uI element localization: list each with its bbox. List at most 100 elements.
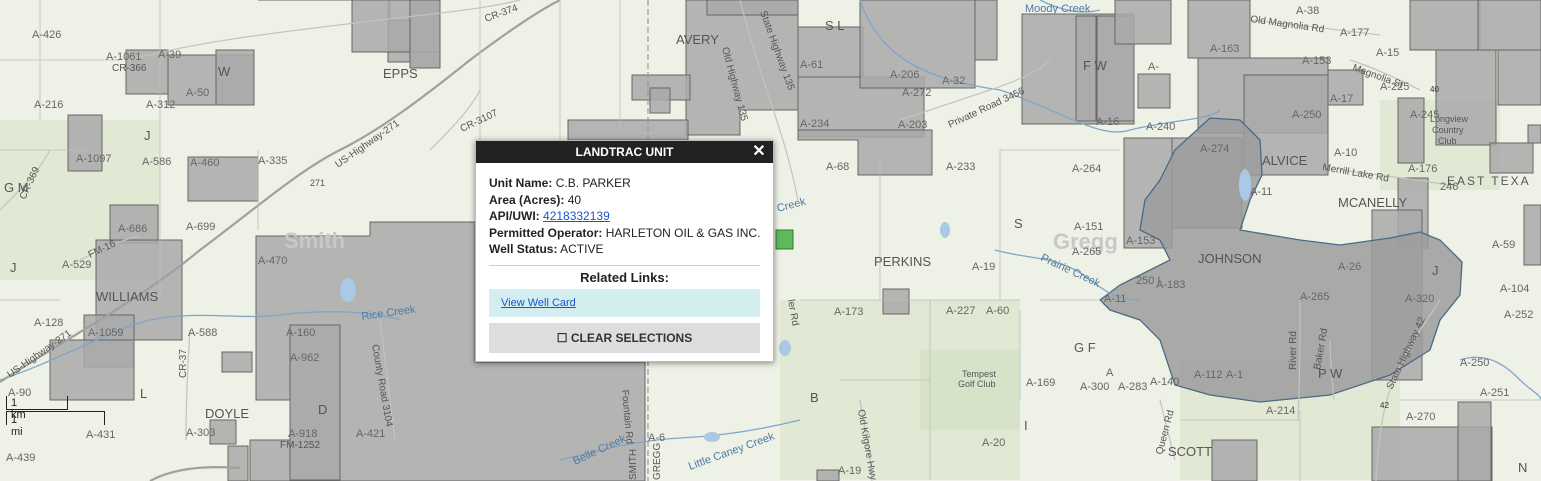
field-well-status: Well Status: ACTIVE xyxy=(489,241,760,258)
svg-text:A-38: A-38 xyxy=(1296,5,1319,17)
svg-text:A-251: A-251 xyxy=(1480,387,1509,399)
svg-text:A-335: A-335 xyxy=(258,155,287,167)
svg-text:FM-1252: FM-1252 xyxy=(280,440,320,451)
svg-text:A-586: A-586 xyxy=(142,156,171,168)
svg-text:A-59: A-59 xyxy=(1492,239,1515,251)
svg-text:F W: F W xyxy=(1083,58,1108,73)
svg-text:A-962: A-962 xyxy=(290,352,319,364)
svg-text:Tempest: Tempest xyxy=(962,369,997,379)
svg-text:A-686: A-686 xyxy=(118,223,147,235)
svg-text:River Rd: River Rd xyxy=(1288,331,1299,370)
svg-text:A-20: A-20 xyxy=(982,437,1005,449)
selected-well-marker[interactable] xyxy=(775,229,794,250)
svg-text:GREGG: GREGG xyxy=(652,443,663,480)
view-well-card-link[interactable]: View Well Card xyxy=(501,297,576,309)
api-uwi-link[interactable]: 4218332139 xyxy=(543,209,610,223)
svg-text:A-439: A-439 xyxy=(6,452,35,464)
field-api-uwi: API/UWI: 4218332139 xyxy=(489,208,760,225)
close-icon[interactable]: ✕ xyxy=(751,141,767,163)
svg-text:PERKINS: PERKINS xyxy=(874,254,931,269)
svg-text:A-15: A-15 xyxy=(1376,47,1399,59)
svg-text:DOYLE: DOYLE xyxy=(205,406,249,421)
svg-text:SMITH: SMITH xyxy=(628,449,639,480)
svg-text:A-250: A-250 xyxy=(1292,109,1321,121)
svg-text:S: S xyxy=(1014,216,1023,231)
field-label: API/UWI: xyxy=(489,209,540,223)
svg-text:A-264: A-264 xyxy=(1072,163,1101,175)
related-links-title: Related Links: xyxy=(580,269,669,285)
svg-text:SCOTT: SCOTT xyxy=(1168,444,1212,459)
field-value: C.B. PARKER xyxy=(555,176,631,190)
svg-text:A-169: A-169 xyxy=(1026,377,1055,389)
field-label: Permitted Operator: xyxy=(489,225,603,240)
svg-text:A-588: A-588 xyxy=(188,327,217,339)
svg-text:A-252: A-252 xyxy=(1504,309,1533,321)
svg-text:A-128: A-128 xyxy=(34,317,63,329)
field-value: ACTIVE xyxy=(560,242,604,256)
svg-text:A: A xyxy=(1106,367,1114,379)
svg-text:Golf Club: Golf Club xyxy=(958,379,996,389)
svg-text:A-10: A-10 xyxy=(1334,147,1357,159)
svg-text:A-112: A-112 xyxy=(1194,369,1223,381)
svg-text:A-163: A-163 xyxy=(1210,43,1239,55)
svg-text:A-234: A-234 xyxy=(800,118,829,130)
svg-text:271: 271 xyxy=(310,178,325,188)
svg-text:J: J xyxy=(10,260,17,275)
svg-text:A-470: A-470 xyxy=(258,255,287,267)
svg-text:A-240: A-240 xyxy=(1146,121,1175,133)
svg-text:246: 246 xyxy=(1440,181,1458,193)
svg-text:A-104: A-104 xyxy=(1500,283,1529,295)
field-area-acres: Area (Acres): 40 xyxy=(489,192,760,209)
svg-text:L: L xyxy=(140,386,147,401)
svg-text:W: W xyxy=(218,64,231,79)
svg-text:A-1: A-1 xyxy=(1226,369,1243,381)
svg-text:S L: S L xyxy=(825,18,845,33)
svg-text:A-203: A-203 xyxy=(898,119,927,131)
svg-text:ALVICE: ALVICE xyxy=(1262,153,1308,168)
clear-selections-button[interactable]: ☐ CLEAR SELECTIONS xyxy=(489,322,760,353)
svg-text:A-1059: A-1059 xyxy=(88,327,123,339)
svg-text:A-320: A-320 xyxy=(1405,293,1434,305)
field-permitted-operator: Permitted Operator: HARLETON OIL & GAS I… xyxy=(489,225,760,242)
svg-text:A-460: A-460 xyxy=(190,157,219,169)
svg-text:A-227: A-227 xyxy=(946,305,975,317)
svg-text:A-17: A-17 xyxy=(1330,93,1353,105)
svg-text:A-26: A-26 xyxy=(1338,261,1361,273)
svg-text:A-283: A-283 xyxy=(1118,381,1147,393)
svg-text:G F: G F xyxy=(1074,340,1096,355)
svg-text:N: N xyxy=(1518,460,1527,475)
svg-text:A-19: A-19 xyxy=(972,261,995,273)
svg-text:P W: P W xyxy=(1318,366,1343,381)
svg-text:J: J xyxy=(1432,263,1439,278)
svg-text:EPPS: EPPS xyxy=(383,66,418,81)
svg-text:A-233: A-233 xyxy=(946,161,975,173)
svg-text:A-6: A-6 xyxy=(648,432,665,444)
field-label: Unit Name: xyxy=(489,176,553,190)
svg-text:I: I xyxy=(1024,418,1028,433)
scale-label-mi: 1 mi xyxy=(11,414,23,438)
svg-text:A-265: A-265 xyxy=(1072,246,1101,258)
svg-text:A-176: A-176 xyxy=(1408,163,1437,175)
svg-text:A-39: A-39 xyxy=(158,49,181,61)
svg-text:A-173: A-173 xyxy=(834,306,863,318)
svg-text:A-1061: A-1061 xyxy=(106,51,141,63)
svg-text:A-19: A-19 xyxy=(838,465,861,477)
svg-text:A-265: A-265 xyxy=(1300,291,1329,303)
svg-text:EAST TEXA: EAST TEXA xyxy=(1447,174,1531,188)
svg-text:Country: Country xyxy=(1432,125,1464,135)
field-value: HARLETON OIL & GAS INC. xyxy=(605,225,761,240)
svg-text:A-153: A-153 xyxy=(1126,235,1155,247)
svg-text:A-250: A-250 xyxy=(1460,357,1489,369)
svg-text:A-61: A-61 xyxy=(800,59,823,71)
svg-text:A-245: A-245 xyxy=(1410,109,1439,121)
svg-text:A-32: A-32 xyxy=(942,75,965,87)
svg-text:G M: G M xyxy=(4,180,29,195)
svg-text:A-272: A-272 xyxy=(902,87,931,99)
svg-text:40: 40 xyxy=(1430,85,1439,94)
svg-text:JOHNSON: JOHNSON xyxy=(1198,251,1262,266)
field-unit-name: Unit Name: C.B. PARKER xyxy=(489,175,760,192)
divider xyxy=(489,264,760,266)
svg-text:A-312: A-312 xyxy=(146,99,175,111)
svg-text:A-426: A-426 xyxy=(32,29,61,41)
svg-text:A-153: A-153 xyxy=(1302,55,1331,67)
